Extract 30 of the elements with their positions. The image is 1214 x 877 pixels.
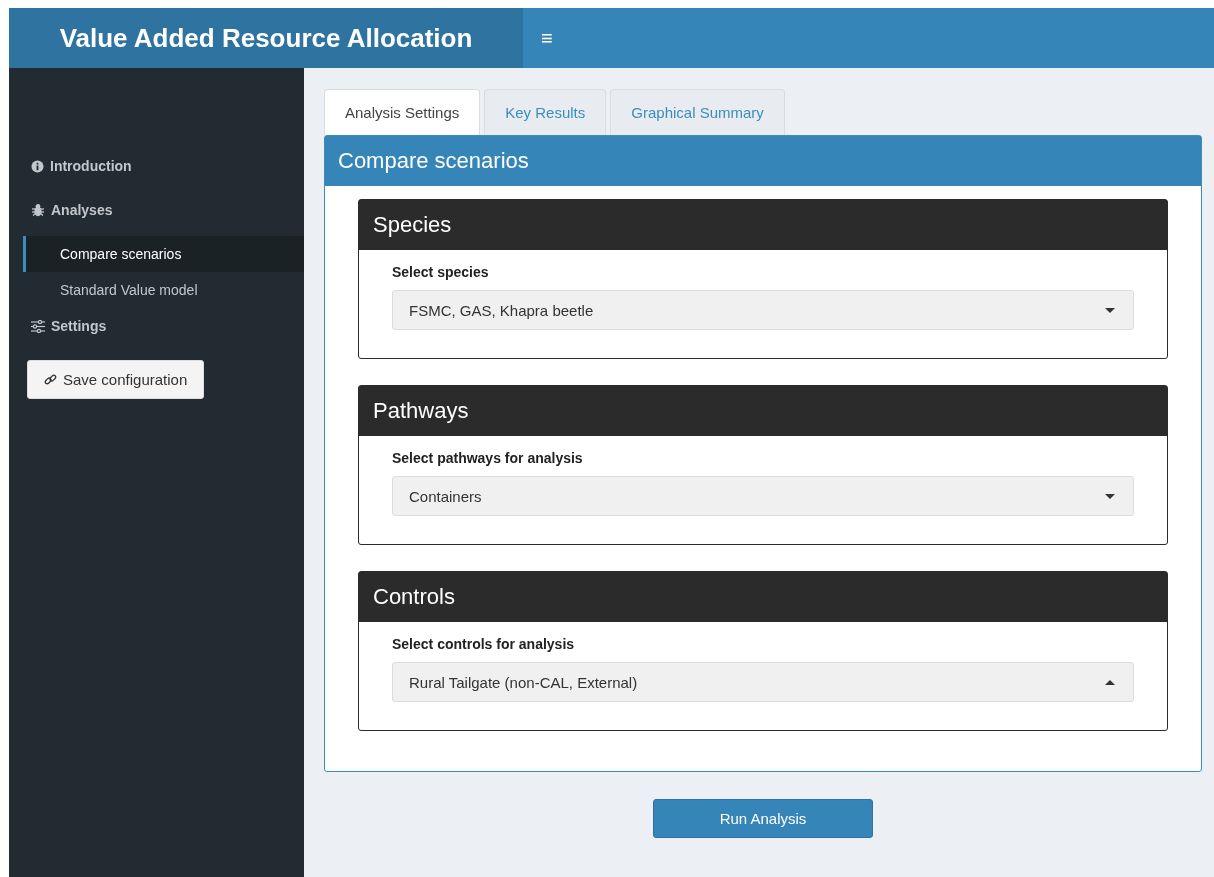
sidebar-item[interactable]: Standard Value model [23,272,304,308]
field-label: Select controls for analysis [392,636,576,652]
section-label: Settings [51,318,107,334]
box-title: Compare scenarios [338,148,529,173]
sidebar-section[interactable]: Analyses [9,192,304,228]
run-analysis-button[interactable]: Run Analysis [653,799,873,838]
select-field[interactable]: Containers [392,476,1134,516]
select-field[interactable]: FSMC, GAS, Khapra beetle [392,290,1134,330]
save-configuration-button[interactable]: Save configuration [27,360,205,399]
link-icon [44,373,57,386]
panel-title: Controls [373,584,455,609]
info-icon [31,159,44,173]
caret-down-icon [1105,307,1115,313]
panel-title: Species [373,212,452,237]
caret-down-icon [1105,493,1115,499]
section-label: Analyses [51,202,113,218]
field-label: Select species [392,264,490,280]
sidebar-section[interactable]: Settings [9,308,304,344]
tab[interactable]: Analysis Settings [324,89,481,135]
menu-button[interactable]: ≡ [531,8,563,68]
sidebar-section[interactable]: Introduction [9,148,304,184]
sidebar-item[interactable]: Compare scenarios [23,236,304,272]
sliders-icon [31,319,45,333]
field-label: Select pathways for analysis [392,450,584,466]
caret-up-icon [1105,679,1115,685]
section-label: Introduction [50,158,132,174]
bug-icon [31,203,45,217]
panel-title: Pathways [373,398,469,423]
app-title: Value Added Resource Allocation [9,8,523,68]
select-field[interactable]: Rural Tailgate (non-CAL, External) [392,662,1134,702]
